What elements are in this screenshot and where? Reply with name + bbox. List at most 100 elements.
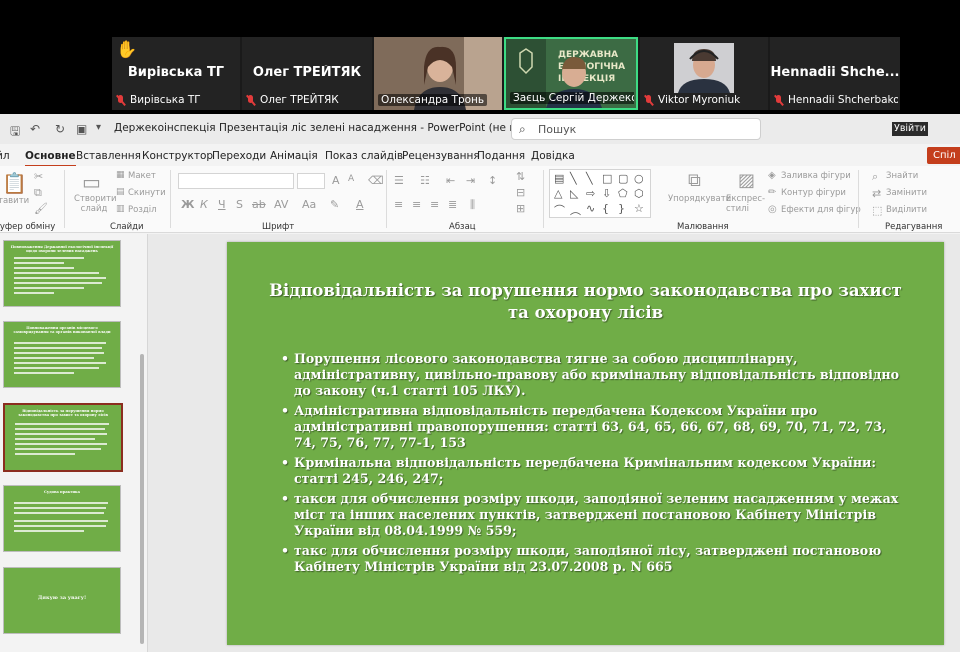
triangle-shape-icon[interactable]: △ xyxy=(554,187,562,200)
pentagon-shape-icon[interactable]: ⬠ xyxy=(618,187,628,200)
wave-shape-icon[interactable]: ∿ xyxy=(586,202,595,215)
tab-view[interactable]: Подання xyxy=(477,150,525,162)
reset-button[interactable]: Скинути xyxy=(128,188,166,198)
tab-design[interactable]: Конструктор xyxy=(142,150,213,162)
tab-help[interactable]: Довідка xyxy=(531,150,575,162)
align-left-icon[interactable]: ≡ xyxy=(394,198,403,211)
participant-tile-5[interactable]: Viktor Myroniuk xyxy=(640,37,768,110)
find-button[interactable]: Знайти xyxy=(886,171,918,181)
slide-bullet-list[interactable]: Порушення лісового законодавства тягне з… xyxy=(281,351,904,579)
slide-thumbnail-3-selected[interactable]: Відповідальність за порушення нормо зако… xyxy=(3,403,123,472)
slide-thumbnail-2[interactable]: Повноваження органів місцевого самовряду… xyxy=(3,321,121,388)
align-text-icon[interactable]: ⊟ xyxy=(516,186,525,199)
paste-label[interactable]: тавити xyxy=(0,196,29,206)
star-shape-icon[interactable]: ☆ xyxy=(634,202,644,215)
align-center-icon[interactable]: ≡ xyxy=(412,198,421,211)
smartart-icon[interactable]: ⊞ xyxy=(516,202,525,215)
align-right-icon[interactable]: ≡ xyxy=(430,198,439,211)
participant-tile-6[interactable]: Hennadii Shche... Hennadii Shcherbakov xyxy=(770,37,900,110)
redo-icon[interactable]: ↻ xyxy=(55,122,65,136)
columns-icon[interactable]: ⫼ xyxy=(470,198,475,212)
quick-styles-button[interactable]: Експрес-стилі xyxy=(726,194,766,214)
slide-canvas[interactable]: Відповідальність за порушення нормо зако… xyxy=(227,242,944,645)
line-spacing-icon[interactable]: ↕ xyxy=(488,174,497,187)
participant-tile-2[interactable]: Олег ТРЕЙТЯК Олег ТРЕЙТЯК xyxy=(242,37,372,110)
new-slide-icon[interactable]: ▭ xyxy=(82,170,101,194)
section-button[interactable]: Розділ xyxy=(128,205,157,215)
decrease-font-icon[interactable]: A xyxy=(348,174,354,184)
sign-in-button[interactable]: Увійти xyxy=(892,122,928,136)
share-button[interactable]: Спіл xyxy=(927,147,960,164)
slide-thumbnail-4[interactable]: Судова практика xyxy=(3,485,121,552)
format-painter-icon[interactable]: 🖌 xyxy=(34,202,48,215)
hexagon-shape-icon[interactable]: ⬡ xyxy=(634,187,644,200)
decrease-indent-icon[interactable]: ⇤ xyxy=(446,174,455,187)
justify-icon[interactable]: ≣ xyxy=(448,198,457,211)
slideshow-from-start-icon[interactable]: ▣ xyxy=(76,122,87,136)
text-direction-icon[interactable]: ⇅ xyxy=(516,170,525,183)
copy-icon[interactable]: ⧉ xyxy=(34,186,42,200)
participant-tile-1[interactable]: ✋ Вирівська ТГ Вирівська ТГ xyxy=(112,37,240,110)
select-button[interactable]: Виділити xyxy=(886,205,927,215)
line-shape-icon[interactable]: ╲ xyxy=(570,172,577,185)
textbox-shape-icon[interactable]: ▤ xyxy=(554,172,564,185)
arc-shape-icon[interactable]: ︵ xyxy=(570,202,581,218)
arrow-shape-icon[interactable]: ⇨ xyxy=(586,187,595,200)
brace-shape-icon[interactable]: { xyxy=(602,202,609,215)
customize-toolbar-icon[interactable]: ▾ xyxy=(96,122,101,133)
tab-animations[interactable]: Анімація xyxy=(270,150,318,162)
new-slide-label[interactable]: Створити слайд xyxy=(74,194,117,214)
font-family-select[interactable] xyxy=(178,173,294,189)
clear-formatting-icon[interactable]: ⌫ xyxy=(368,174,384,187)
paste-icon[interactable]: 📋 xyxy=(2,171,27,195)
shape-fill-button[interactable]: Заливка фігури xyxy=(781,171,851,181)
right-triangle-shape-icon[interactable]: ◺ xyxy=(570,187,578,200)
rounded-rect-shape-icon[interactable]: ▢ xyxy=(618,172,628,185)
slide-title[interactable]: Відповідальність за порушення нормо зако… xyxy=(267,280,904,324)
participant-tile-3[interactable]: Олександра Тронь xyxy=(374,37,502,110)
strikethrough-icon[interactable]: ab xyxy=(252,198,266,211)
slide-thumbnail-1[interactable]: Повноваження Державної екологічної інспе… xyxy=(3,240,121,307)
search-input[interactable]: ⌕ Пошук xyxy=(511,118,761,140)
font-color-icon[interactable]: A xyxy=(356,198,364,211)
char-spacing-icon[interactable]: AV xyxy=(274,198,288,211)
bold-icon[interactable]: Ж xyxy=(181,198,194,211)
increase-indent-icon[interactable]: ⇥ xyxy=(466,174,475,187)
italic-icon[interactable]: К xyxy=(200,198,208,211)
undo-icon[interactable]: ↶ xyxy=(30,122,40,136)
participant-tile-4-active-speaker[interactable]: ДЕРЖАВНА ЕКОЛОГІЧНА ІНСПЕКЦІЯ Заєць Серг… xyxy=(504,37,638,110)
curve-shape-icon[interactable]: ⌒ xyxy=(554,202,565,218)
scrollbar-thumb[interactable] xyxy=(140,354,144,644)
shadow-icon[interactable]: S xyxy=(236,198,243,211)
save-icon[interactable]: 🖫 xyxy=(10,122,20,143)
bullets-icon[interactable]: ☰ xyxy=(394,174,404,187)
oval-shape-icon[interactable]: ○ xyxy=(634,172,644,185)
cut-icon[interactable]: ✂ xyxy=(34,170,43,183)
shape-effects-button[interactable]: Ефекти для фігур xyxy=(781,205,861,215)
font-size-select[interactable] xyxy=(297,173,325,189)
underline-icon[interactable]: Ч xyxy=(218,198,226,211)
tab-transitions[interactable]: Переходи xyxy=(212,150,266,162)
tab-insert[interactable]: Вставлення xyxy=(76,150,141,162)
shape-outline-button[interactable]: Контур фігури xyxy=(781,188,846,198)
line-shape-icon[interactable]: ╲ xyxy=(586,172,593,185)
highlight-icon[interactable]: ✎ xyxy=(330,198,339,211)
layout-button[interactable]: Макет xyxy=(128,171,156,181)
tab-home[interactable]: Основне xyxy=(25,150,76,167)
change-case-icon[interactable]: Aa xyxy=(302,198,316,211)
numbering-icon[interactable]: ☷ xyxy=(420,174,430,187)
slide-thumbnail-5[interactable]: Дякую за увагу! xyxy=(3,567,121,634)
quick-styles-icon[interactable]: ▨ xyxy=(738,170,755,191)
tab-slideshow[interactable]: Показ слайдів xyxy=(325,150,403,162)
rectangle-shape-icon[interactable]: □ xyxy=(602,172,612,185)
tab-file[interactable]: йл xyxy=(0,150,10,162)
arrange-button[interactable]: Упорядкувати xyxy=(668,194,731,204)
thumbnails-scrollbar[interactable] xyxy=(138,234,146,652)
replace-button[interactable]: Замінити xyxy=(886,188,927,198)
increase-font-icon[interactable]: A xyxy=(332,174,340,187)
brace-shape-icon[interactable]: } xyxy=(618,202,625,215)
tab-review[interactable]: Рецензування xyxy=(402,150,480,162)
shapes-gallery[interactable]: ▤ ╲ ╲ □ ▢ ○ △ ◺ ⇨ ⇩ ⬠ ⬡ ⌒ ︵ ∿ { } ☆ xyxy=(549,169,651,218)
arrow-shape-icon[interactable]: ⇩ xyxy=(602,187,611,200)
arrange-icon[interactable]: ⧉ xyxy=(688,170,701,191)
